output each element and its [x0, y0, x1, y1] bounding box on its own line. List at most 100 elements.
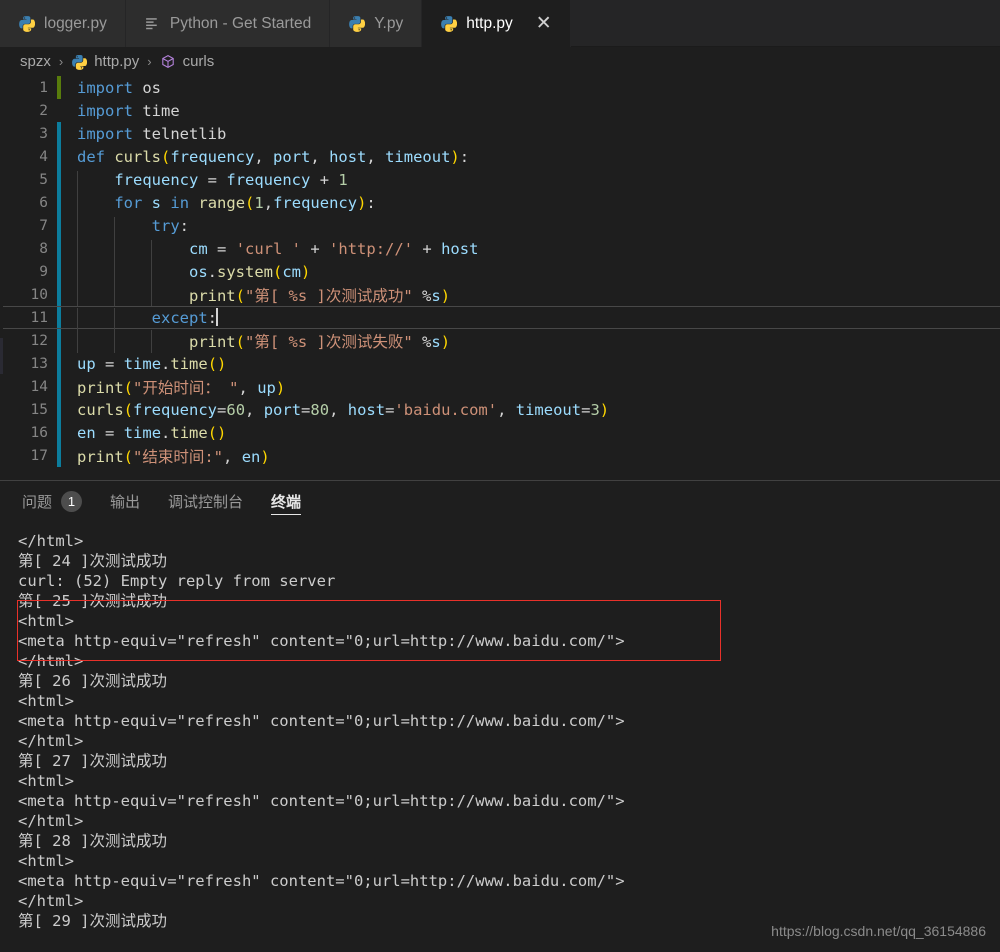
editor-left-edge	[0, 123, 3, 480]
python-icon	[72, 54, 88, 70]
code-line[interactable]: 12 print("第[ %s ]次测试失败" %s)	[0, 329, 1000, 353]
editor-tab-label: Y.py	[374, 14, 404, 32]
python-icon	[349, 16, 366, 32]
terminal-line: <meta http-equiv="refresh" content="0;ur…	[18, 632, 625, 650]
terminal-line: <meta http-equiv="refresh" content="0;ur…	[18, 712, 625, 730]
editor-tab-bar: logger.py Python - Get Started Y.py http…	[0, 0, 1000, 47]
line-number: 6	[39, 194, 48, 211]
line-number: 13	[30, 355, 48, 372]
vscode-window: logger.py Python - Get Started Y.py http…	[0, 0, 1000, 952]
text-cursor	[216, 308, 218, 326]
code-line[interactable]: 1 import os	[0, 76, 1000, 99]
python-icon	[19, 16, 35, 32]
terminal-line: 第[ 28 ]次测试成功	[18, 832, 167, 850]
terminal-line: 第[ 26 ]次测试成功	[18, 672, 167, 690]
breadcrumb-item-symbol[interactable]: curls	[183, 53, 215, 70]
code-line[interactable]: 4 def curls(frequency, port, host, timeo…	[0, 145, 1000, 168]
panel-tab-output[interactable]: 输出	[110, 481, 140, 519]
code-line-content: cm = 'curl ' + 'http://' + host	[61, 239, 478, 263]
terminal-line: <html>	[18, 692, 74, 710]
breadcrumb-item-folder[interactable]: spzx	[20, 53, 51, 70]
terminal-line: <meta http-equiv="refresh" content="0;ur…	[18, 872, 625, 890]
code-line-content: except:	[61, 308, 218, 331]
code-line-content: print("第[ %s ]次测试失败" %s)	[61, 329, 450, 353]
line-number: 17	[30, 447, 48, 464]
code-line[interactable]: 15 curls(frequency=60, port=80, host='ba…	[0, 398, 1000, 421]
panel-tab-label: 调试控制台	[168, 493, 244, 511]
code-line[interactable]: 3 import telnetlib	[0, 122, 1000, 145]
editor-tab-label: Python - Get Started	[169, 14, 312, 32]
terminal-line: <html>	[18, 772, 74, 790]
code-line-current[interactable]: 11 except:	[0, 306, 1000, 331]
close-icon[interactable]: ✕	[536, 14, 552, 33]
code-line-content: try:	[61, 216, 189, 240]
code-line-content: import os	[77, 78, 162, 97]
code-line-content: import time	[77, 101, 180, 120]
bottom-panel: 问题 1 输出 调试控制台 终端 </html> 第[ 24 ]次测试成功 cu…	[0, 481, 1000, 952]
problems-count-badge: 1	[61, 490, 83, 512]
watermark-text: https://blog.csdn.net/qq_36154886	[771, 923, 986, 939]
line-number: 1	[39, 79, 48, 96]
code-line-content: print("开始时间： ", up)	[77, 378, 286, 397]
editor-tab-python-get-started[interactable]: Python - Get Started	[125, 0, 331, 47]
panel-tab-label: 输出	[110, 493, 141, 511]
code-line[interactable]: 9 os.system(cm)	[0, 260, 1000, 286]
line-number: 7	[39, 217, 48, 234]
code-line[interactable]: 5 frequency = frequency + 1	[0, 168, 1000, 194]
breadcrumb-item-file[interactable]: http.py	[94, 53, 139, 70]
line-number: 11	[30, 309, 48, 326]
chevron-right-icon: ›	[147, 54, 152, 69]
line-number: 12	[30, 332, 48, 349]
editor-tab-logger-py[interactable]: logger.py	[0, 0, 126, 47]
code-line-content: curls(frequency=60, port=80, host='baidu…	[77, 400, 610, 419]
code-line-content: up = time.time()	[77, 354, 227, 373]
terminal-line: </html>	[18, 732, 84, 750]
line-number: 10	[30, 286, 48, 303]
code-line[interactable]: 7 try:	[0, 214, 1000, 240]
code-line[interactable]: 13 up = time.time()	[0, 352, 1000, 375]
chevron-right-icon: ›	[58, 54, 64, 69]
editor-tab-label: logger.py	[44, 14, 107, 32]
code-line[interactable]: 17 print("结束时间:", en)	[0, 444, 1000, 467]
panel-tab-bar: 问题 1 输出 调试控制台 终端	[0, 481, 1000, 519]
editor-tab-label: http.py	[466, 14, 513, 32]
line-number: 14	[30, 378, 48, 395]
code-line[interactable]: 10 print("第[ %s ]次测试成功" %s)	[0, 283, 1000, 307]
line-number: 2	[39, 102, 48, 119]
code-line[interactable]: 2 import time	[0, 99, 1000, 122]
terminal-line: curl: (52) Empty reply from server	[18, 572, 336, 590]
editor-tab-y-py[interactable]: Y.py	[330, 0, 423, 47]
code-line[interactable]: 14 print("开始时间： ", up)	[0, 375, 1000, 398]
code-line-content: print("第[ %s ]次测试成功" %s)	[61, 283, 450, 307]
walkthrough-icon	[146, 18, 157, 30]
editor-tab-http-py[interactable]: http.py ✕	[422, 0, 571, 47]
line-number: 5	[39, 171, 48, 188]
panel-tab-label: 问题	[22, 493, 53, 511]
panel-tab-terminal[interactable]: 终端	[271, 481, 302, 519]
terminal-line: <meta http-equiv="refresh" content="0;ur…	[18, 792, 625, 810]
code-line[interactable]: 8 cm = 'curl ' + 'http://' + host	[0, 237, 1000, 263]
panel-tab-debug-console[interactable]: 调试控制台	[168, 481, 243, 519]
code-line-content: en = time.time()	[77, 423, 227, 442]
terminal-line: <html>	[18, 852, 74, 870]
code-editor[interactable]: 1 import os 2 import time 3 import telne…	[0, 76, 1000, 480]
breadcrumb: spzx › http.py › curls	[0, 47, 1000, 76]
line-number: 9	[39, 263, 48, 280]
code-line[interactable]: 16 en = time.time()	[0, 421, 1000, 444]
code-line-content: import telnetlib	[77, 124, 227, 143]
editor-edge-marker	[0, 338, 3, 374]
terminal-line: </html>	[18, 652, 84, 670]
terminal-line: <html>	[18, 612, 74, 630]
terminal-output[interactable]: </html> 第[ 24 ]次测试成功 curl: (52) Empty re…	[0, 519, 1000, 931]
tab-bar-filler	[570, 0, 1000, 46]
panel-tab-problems[interactable]: 问题 1	[22, 481, 83, 519]
terminal-line: 第[ 25 ]次测试成功	[18, 592, 167, 610]
line-number: 15	[30, 401, 48, 418]
code-line-content: print("结束时间:", en)	[77, 447, 270, 466]
code-line-content: def curls(frequency, port, host, timeout…	[77, 147, 470, 166]
terminal-line: </html>	[18, 812, 84, 830]
line-number: 16	[30, 424, 48, 441]
code-line[interactable]: 6 for s in range(1,frequency):	[0, 191, 1000, 217]
terminal-line: </html>	[18, 892, 84, 910]
python-icon	[441, 16, 458, 32]
